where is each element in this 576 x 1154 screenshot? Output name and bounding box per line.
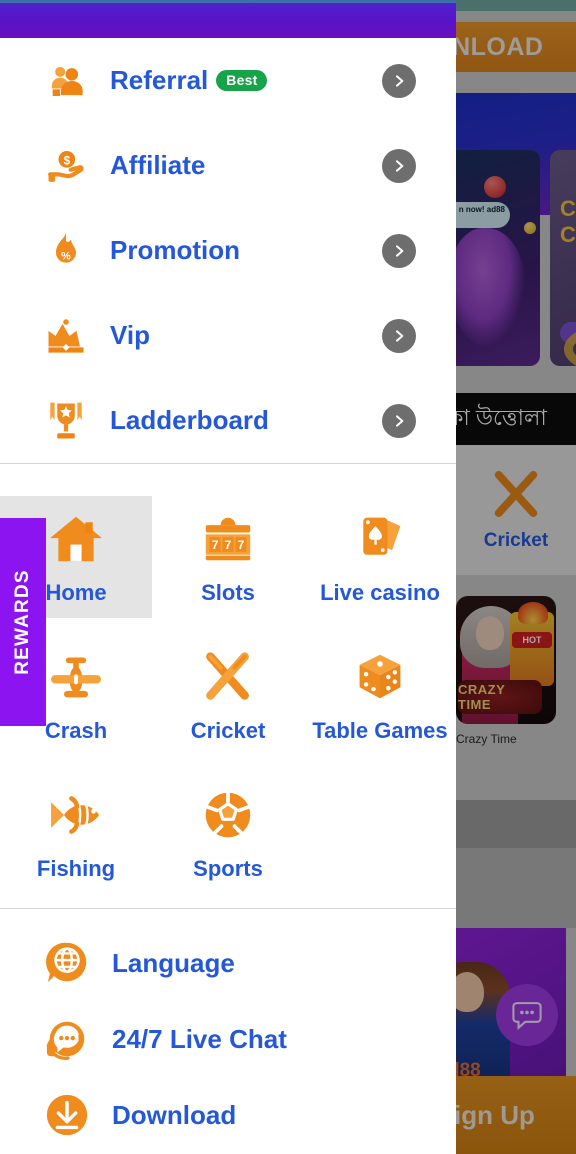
affiliate-hand-coin-icon: $: [44, 144, 88, 188]
menu-item-promotion[interactable]: % Promotion: [0, 208, 456, 293]
menu-item-ladderboard-label-wrap: Ladderboard: [110, 405, 269, 436]
game-category-fishing-label: Fishing: [36, 856, 116, 881]
svg-text:%: %: [61, 250, 71, 262]
game-category-crash-label: Crash: [44, 718, 108, 743]
bottom-item-live-chat-label: 24/7 Live Chat: [112, 1023, 287, 1054]
menu-item-referral-label-wrap: Referral Best: [110, 65, 268, 96]
download-circle-icon: [44, 1092, 90, 1138]
ladderboard-trophy-icon: [44, 399, 88, 443]
menu-item-ladderboard[interactable]: Ladderboard: [0, 378, 456, 463]
game-category-sports[interactable]: Sports: [152, 772, 304, 894]
dice-icon: [353, 648, 407, 706]
game-category-table-games[interactable]: Table Games: [304, 634, 456, 756]
cricket-bats-icon: [200, 648, 256, 706]
promotion-flame-icon: %: [44, 229, 88, 273]
menu-item-affiliate-label: Affiliate: [110, 150, 206, 180]
rewards-side-tab[interactable]: REWARDS: [0, 518, 46, 726]
game-category-slots-label: Slots: [201, 580, 255, 605]
menu-item-affiliate[interactable]: $ Affiliate: [0, 123, 456, 208]
game-category-slots[interactable]: 777 Slots: [152, 496, 304, 618]
menu-item-referral[interactable]: Referral Best: [0, 38, 456, 123]
drawer-bottom-list: Language 24/7 Live Chat Download: [0, 909, 456, 1153]
rewards-side-tab-label: REWARDS: [12, 569, 34, 675]
playing-cards-icon: [352, 510, 408, 568]
game-category-sports-label: Sports: [193, 856, 263, 881]
menu-item-vip-label: Vip: [110, 320, 150, 350]
menu-item-referral-label: Referral: [110, 65, 209, 95]
airplane-icon: [47, 648, 105, 706]
vip-crown-icon: [44, 314, 88, 358]
chevron-right-icon-ladderboard[interactable]: [382, 403, 416, 438]
menu-item-ladderboard-label: Ladderboard: [110, 405, 269, 435]
chevron-right-icon-referral[interactable]: [382, 63, 416, 98]
navigation-drawer: Referral Best $ Affiliate % Promotion Vi…: [0, 0, 456, 1154]
svg-text:7: 7: [238, 538, 245, 552]
chevron-right-icon-vip[interactable]: [382, 318, 416, 353]
slot-machine-icon: 777: [200, 510, 256, 568]
bottom-item-live-chat[interactable]: 24/7 Live Chat: [0, 1001, 456, 1077]
soccer-ball-icon: [201, 786, 255, 844]
menu-item-promotion-label-wrap: Promotion: [110, 235, 240, 266]
menu-item-affiliate-label-wrap: Affiliate: [110, 150, 205, 181]
section-divider-gap: [0, 464, 456, 474]
game-category-live-casino-label: Live casino: [320, 580, 440, 605]
drawer-menu-list: Referral Best $ Affiliate % Promotion Vi…: [0, 38, 456, 463]
menu-item-vip-label-wrap: Vip: [110, 320, 150, 351]
globe-chat-icon: [44, 940, 90, 986]
game-category-grid: Home 777 Slots Live casino Crash Cricket…: [0, 496, 456, 894]
fish-icon: [47, 786, 105, 844]
game-category-table-games-label: Table Games: [312, 718, 448, 743]
menu-item-vip[interactable]: Vip: [0, 293, 456, 378]
game-category-live-casino[interactable]: Live casino: [304, 496, 456, 618]
game-category-cricket-label: Cricket: [190, 718, 266, 743]
bottom-item-download[interactable]: Download: [0, 1077, 456, 1153]
svg-text:7: 7: [225, 538, 232, 552]
svg-text:$: $: [64, 154, 71, 167]
bottom-item-language-label: Language: [112, 947, 235, 978]
menu-item-promotion-label: Promotion: [110, 235, 240, 265]
home-icon: [48, 510, 104, 568]
chevron-right-icon-affiliate[interactable]: [382, 148, 416, 183]
bottom-item-download-label: Download: [112, 1099, 237, 1130]
game-category-fishing[interactable]: Fishing: [0, 772, 152, 894]
game-category-section: Home 777 Slots Live casino Crash Cricket…: [0, 474, 456, 908]
game-category-home-label: Home: [45, 580, 107, 605]
game-category-cricket[interactable]: Cricket: [152, 634, 304, 756]
referral-people-icon: [44, 59, 88, 103]
headset-chat-icon: [44, 1016, 90, 1062]
bottom-item-language[interactable]: Language: [0, 925, 456, 1001]
best-badge: Best: [216, 69, 268, 92]
chevron-right-icon-promotion[interactable]: [382, 233, 416, 268]
svg-text:7: 7: [212, 538, 219, 552]
drawer-top-bar: [0, 0, 456, 38]
